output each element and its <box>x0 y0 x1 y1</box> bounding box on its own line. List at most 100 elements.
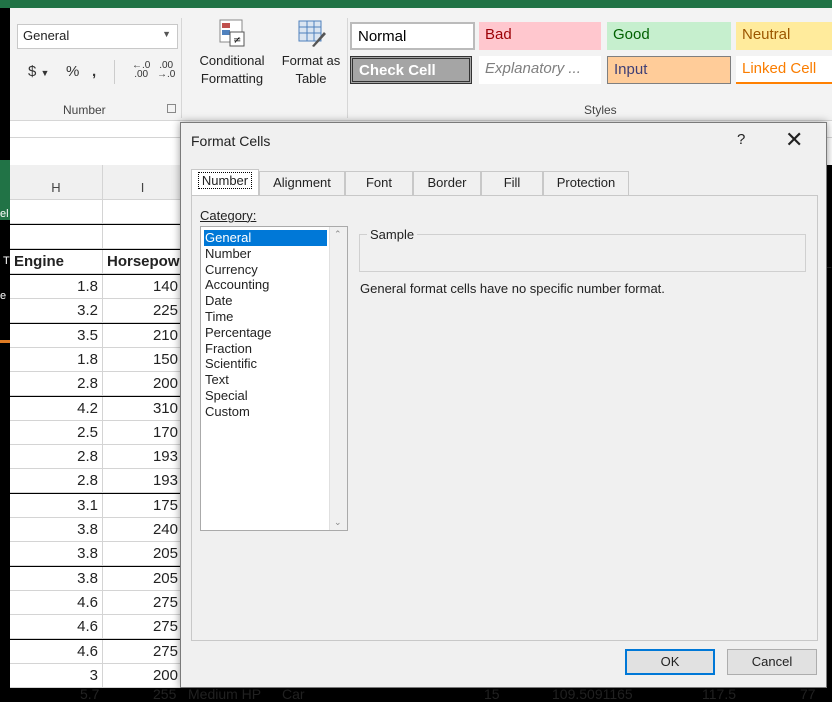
help-button[interactable]: ? <box>737 131 745 148</box>
style-check-cell[interactable]: Check Cell <box>350 56 472 84</box>
category-item-percentage[interactable]: Percentage <box>204 325 327 341</box>
cell[interactable]: 2.8 <box>10 445 103 470</box>
cell[interactable]: 140 <box>103 275 183 299</box>
cell[interactable]: 1.8 <box>10 347 103 372</box>
cell[interactable]: 275 <box>103 590 183 615</box>
styles-group-label: Styles <box>584 103 617 117</box>
cell[interactable]: 3 <box>10 663 103 688</box>
cell[interactable]: 200 <box>103 372 183 397</box>
cell[interactable]: 200 <box>103 663 183 688</box>
cell[interactable]: 4.6 <box>10 639 103 664</box>
cell[interactable]: 193 <box>103 445 183 470</box>
currency-button[interactable]: $ ▼ <box>28 63 49 80</box>
tab-fill[interactable]: Fill <box>481 171 543 195</box>
dialog-title: Format Cells <box>191 133 271 149</box>
cell[interactable]: 205 <box>103 542 183 567</box>
cell[interactable] <box>103 200 183 224</box>
cell[interactable]: 275 <box>103 615 183 640</box>
format-cells-dialog: Format Cells ? ✕ Number Alignment Font B… <box>180 122 827 688</box>
style-explanatory[interactable]: Explanatory ... <box>479 56 601 84</box>
cell[interactable]: 225 <box>103 299 183 324</box>
conditional-formatting-label: Conditional Formatting <box>199 53 265 86</box>
number-format-dropdown[interactable]: General ▼ <box>17 24 178 49</box>
tab-font[interactable]: Font <box>345 171 413 195</box>
chevron-down-icon[interactable]: ⌄ <box>334 517 342 528</box>
category-item-accounting[interactable]: Accounting <box>204 277 327 293</box>
cell[interactable]: 2.5 <box>10 420 103 445</box>
format-as-table-label: Format as Table <box>281 53 341 86</box>
cell[interactable]: 4.6 <box>10 590 103 615</box>
dialog-launcher-icon[interactable] <box>167 104 176 113</box>
cell[interactable]: 1.8 <box>10 275 103 299</box>
style-input[interactable]: Input <box>607 56 731 84</box>
category-item-text[interactable]: Text <box>204 372 327 388</box>
cell[interactable]: 4.2 <box>10 396 103 421</box>
chevron-up-icon[interactable]: ⌃ <box>334 229 342 240</box>
category-item-general[interactable]: General <box>204 230 327 246</box>
style-bad[interactable]: Bad <box>479 22 601 50</box>
column-header-h[interactable]: H <box>10 165 103 200</box>
tab-alignment[interactable]: Alignment <box>259 171 345 195</box>
tab-border[interactable]: Border <box>413 171 481 195</box>
style-good[interactable]: Good <box>607 22 731 50</box>
left-fragment: el <box>0 208 9 220</box>
cell[interactable]: 3.8 <box>10 566 103 591</box>
close-icon[interactable]: ✕ <box>785 127 803 153</box>
category-item-date[interactable]: Date <box>204 293 327 309</box>
divider <box>114 60 115 84</box>
cell[interactable]: 2.8 <box>10 372 103 397</box>
cell[interactable]: 3.8 <box>10 542 103 567</box>
cell[interactable] <box>10 225 103 249</box>
increase-decimal-button[interactable]: ←.0 .00 <box>132 61 150 80</box>
style-neutral[interactable]: Neutral <box>736 22 832 50</box>
ok-button[interactable]: OK <box>625 649 715 675</box>
percent-button[interactable]: % <box>66 63 79 80</box>
svg-text:≠: ≠ <box>233 35 241 46</box>
cell[interactable]: 3.5 <box>10 323 103 348</box>
cell[interactable]: 210 <box>103 323 183 348</box>
cell[interactable]: 205 <box>103 566 183 591</box>
format-as-table-button[interactable]: Format as Table <box>276 18 346 88</box>
cell[interactable]: 240 <box>103 518 183 542</box>
scrollbar[interactable]: ⌃ ⌄ <box>329 227 347 530</box>
tab-number[interactable]: Number <box>191 169 259 196</box>
category-item-scientific[interactable]: Scientific <box>204 356 327 372</box>
category-list[interactable]: ⌃ ⌄ General Number Currency Accounting Date T… <box>200 226 348 531</box>
cell[interactable]: 175 <box>103 493 183 518</box>
cell[interactable] <box>10 200 103 224</box>
cell[interactable]: 2.8 <box>10 469 103 494</box>
style-normal[interactable]: Normal <box>350 22 475 50</box>
category-item-custom[interactable]: Custom <box>204 404 327 420</box>
cell[interactable]: 3.8 <box>10 518 103 542</box>
category-item-special[interactable]: Special <box>204 388 327 404</box>
cell[interactable]: 193 <box>103 469 183 494</box>
category-item-number[interactable]: Number <box>204 246 327 262</box>
left-fragment: T <box>3 255 10 267</box>
conditional-formatting-button[interactable]: ≠ Conditional Formatting <box>190 18 274 88</box>
cell[interactable]: 310 <box>103 396 183 421</box>
cell[interactable]: 4.6 <box>10 615 103 640</box>
tab-protection[interactable]: Protection <box>543 171 629 195</box>
cell[interactable] <box>103 225 183 249</box>
cell[interactable]: 3.1 <box>10 493 103 518</box>
column-header-i[interactable]: I <box>103 165 183 200</box>
comma-style-button[interactable]: , <box>92 63 96 80</box>
format-description: General format cells have no specific nu… <box>360 281 665 296</box>
sample-box <box>359 234 806 272</box>
cell[interactable]: 275 <box>103 639 183 664</box>
number-format-value: General <box>23 28 70 43</box>
sample-label: Sample <box>367 227 418 242</box>
cancel-button[interactable]: Cancel <box>727 649 817 675</box>
cell[interactable]: 150 <box>103 347 183 372</box>
cell[interactable]: 170 <box>103 420 183 445</box>
cell[interactable]: 3.2 <box>10 299 103 324</box>
chevron-down-icon: ▼ <box>162 29 171 39</box>
category-item-currency[interactable]: Currency <box>204 262 327 278</box>
style-linked-cell[interactable]: Linked Cell <box>736 56 832 84</box>
decrease-decimal-button[interactable]: .00 →.0 <box>157 61 175 80</box>
category-item-fraction[interactable]: Fraction <box>204 341 327 357</box>
number-group-label: Number <box>63 103 106 117</box>
cell-header-horsepower[interactable]: Horsepow <box>103 250 183 274</box>
cell-header-engine-size[interactable]: Engine Size <box>10 250 103 294</box>
category-item-time[interactable]: Time <box>204 309 327 325</box>
